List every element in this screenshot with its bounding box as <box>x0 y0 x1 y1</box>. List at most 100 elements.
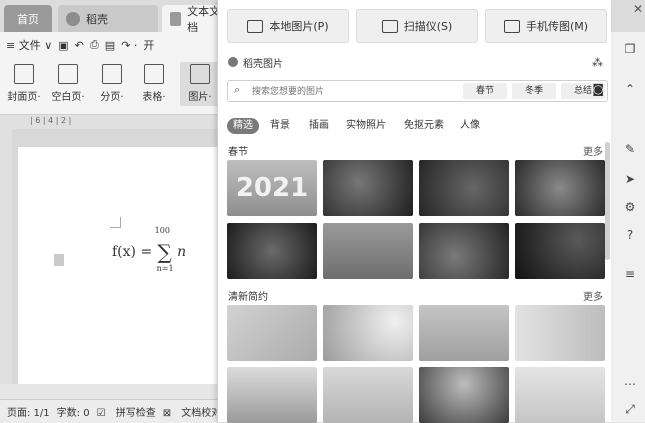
formula[interactable]: f(x) = 100 ∑ n=1 n <box>112 226 187 273</box>
menu-bar: ≡ 文件 ∨ ▣ ↶ ⎙ ▤ ↷ · 开 <box>0 32 222 58</box>
thumb-spring-2[interactable] <box>323 160 413 216</box>
category-background[interactable]: 背景 <box>270 118 290 134</box>
save-icon[interactable]: ▣ <box>58 39 68 52</box>
thumb-spring-4[interactable] <box>515 160 605 216</box>
picture-label: 图片· <box>188 92 212 103</box>
category-illustration[interactable]: 插画 <box>309 118 329 134</box>
thumb-fresh-2[interactable] <box>323 305 413 361</box>
category-tabs: 精选 背景 插画 实物照片 免抠元素 人像 <box>218 118 611 134</box>
help-icon[interactable]: ? <box>623 228 637 242</box>
scanner-icon <box>381 19 398 33</box>
more-link-fresh[interactable]: 更多 <box>583 288 603 303</box>
local-image-button[interactable]: 本地图片(P) <box>227 9 349 43</box>
vertical-ruler <box>0 129 12 384</box>
thumb-fresh-6[interactable] <box>323 367 413 423</box>
thumb-2021-text: 2021 <box>235 173 309 203</box>
preview-icon[interactable]: ▤ <box>105 39 115 52</box>
doc-proof-button[interactable]: ⊠ 文档校对 <box>163 404 222 419</box>
table-button[interactable]: 表格· <box>134 62 174 103</box>
thumb-fresh-5[interactable] <box>227 367 317 423</box>
grid-icon[interactable]: ⁂ <box>592 56 603 69</box>
spellcheck-button[interactable]: ☑ 拼写检查 <box>97 404 156 419</box>
undo-icon[interactable]: ↶ <box>75 39 84 52</box>
camera-icon[interactable]: ◙ <box>592 82 604 96</box>
section-title-fresh: 清新简约 <box>228 292 268 303</box>
tab-docer-label: 稻壳 <box>86 12 108 26</box>
page-count: 页面: 1/1 <box>7 408 50 419</box>
restore-icon[interactable]: ❐ <box>623 42 637 56</box>
thumb-fresh-3[interactable] <box>419 305 509 361</box>
blank-page-icon <box>58 64 78 84</box>
redo-icon[interactable]: ↷ · <box>121 39 137 52</box>
blank-page-button[interactable]: 空白页· <box>48 62 88 103</box>
insert-picture-popup: 本地图片(P) 扫描仪(S) 手机传图(M) 稻壳图片 ⁂ ⌕ 春节 冬季 总结… <box>217 0 611 423</box>
local-image-label: 本地图片(P) <box>269 20 329 33</box>
thumb-fresh-4[interactable] <box>515 305 605 361</box>
search-icon: ⌕ <box>234 83 241 96</box>
thumb-spring-1[interactable]: 2021 <box>227 160 317 216</box>
blank-page-label: 空白页· <box>51 92 85 103</box>
file-menu[interactable]: ≡ 文件 ∨ <box>6 37 52 53</box>
phone-image-button[interactable]: 手机传图(M) <box>485 9 607 43</box>
cover-page-button[interactable]: 封面页· <box>4 62 44 103</box>
more-link-spring[interactable]: 更多 <box>583 143 603 158</box>
search-chip-winter[interactable]: 冬季 <box>512 83 556 99</box>
category-featured[interactable]: 精选 <box>227 118 259 134</box>
word-count[interactable]: 字数: 0 <box>57 404 90 419</box>
chevron-up-icon[interactable]: ⌃ <box>623 82 637 96</box>
margin-corner <box>110 217 121 228</box>
thumb-spring-3[interactable] <box>419 160 509 216</box>
category-cutout[interactable]: 免抠元素 <box>404 118 444 134</box>
status-bar: 页面: 1/1 字数: 0 ☑ 拼写检查 ⊠ 文档校对 <box>0 399 222 423</box>
category-portrait[interactable]: 人像 <box>460 118 480 134</box>
thumb-fresh-8[interactable] <box>515 367 605 423</box>
adjust-icon[interactable]: ⚙ <box>623 200 637 214</box>
insert-menu-partial[interactable]: 开 <box>143 37 154 53</box>
ruler-marks: | 6 | 4 | 2 | <box>30 116 72 125</box>
picture-button[interactable]: 图片· <box>180 62 220 106</box>
docer-icon <box>66 11 80 26</box>
thumb-spring-5[interactable] <box>227 223 317 279</box>
image-search-box: ⌕ 春节 冬季 总结 ◙ <box>227 80 608 102</box>
phone-image-label: 手机传图(M) <box>525 20 589 33</box>
cursor-icon[interactable]: ➤ <box>623 172 637 186</box>
cover-page-label: 封面页· <box>7 92 41 103</box>
text-tool-icon[interactable]: ≡ <box>623 267 637 281</box>
document-page[interactable] <box>18 147 222 384</box>
popup-scrollbar[interactable] <box>605 142 610 260</box>
page-break-button[interactable]: 分页· <box>92 62 132 103</box>
spellcheck-label: 拼写检查 <box>115 408 156 419</box>
tab-docer[interactable]: 稻壳 <box>58 5 158 32</box>
thumb-spring-7[interactable] <box>419 223 509 279</box>
thumb-fresh-7[interactable] <box>419 367 509 423</box>
thumb-spring-8[interactable] <box>515 223 605 279</box>
cover-page-icon <box>14 64 34 84</box>
phone-image-icon <box>503 19 520 33</box>
tab-document[interactable]: 文本文档 <box>162 5 222 34</box>
category-photo[interactable]: 实物照片 <box>346 118 386 134</box>
sum-variable: n <box>177 244 187 260</box>
edit-icon[interactable]: ✎ <box>623 142 637 156</box>
page-break-icon <box>102 64 122 84</box>
close-icon[interactable]: ✕ <box>631 2 645 16</box>
print-icon[interactable]: ⎙ <box>90 38 99 52</box>
tab-home[interactable]: 首页 <box>4 5 52 32</box>
local-image-icon <box>247 19 264 33</box>
docer-images-title: 稻壳图片 <box>243 58 283 70</box>
fullscreen-icon[interactable]: ⤢ <box>623 402 637 416</box>
sum-upper-limit: 100 <box>154 226 170 235</box>
ribbon: 封面页· 空白页· 分页· 表格· 图片· <box>0 58 222 115</box>
right-toolbar: ❐ ✕ ⌃ ✎ ➤ ⚙ ? ≡ ⋯ ⤢ <box>610 2 645 422</box>
thumb-spring-6[interactable] <box>323 223 413 279</box>
sum-symbol: ∑ <box>157 240 172 264</box>
scanner-label: 扫描仪(S) <box>403 20 453 33</box>
table-icon <box>144 64 164 84</box>
thumb-fresh-1[interactable] <box>227 305 317 361</box>
scanner-button[interactable]: 扫描仪(S) <box>356 9 478 43</box>
docer-images-header: 稻壳图片 ⁂ <box>228 54 603 70</box>
more-icon[interactable]: ⋯ <box>623 377 637 391</box>
image-search-input[interactable] <box>250 83 474 101</box>
doc-proof-label: 文档校对 <box>181 408 222 419</box>
page-break-label: 分页· <box>100 92 124 103</box>
search-chip-spring[interactable]: 春节 <box>463 83 507 99</box>
